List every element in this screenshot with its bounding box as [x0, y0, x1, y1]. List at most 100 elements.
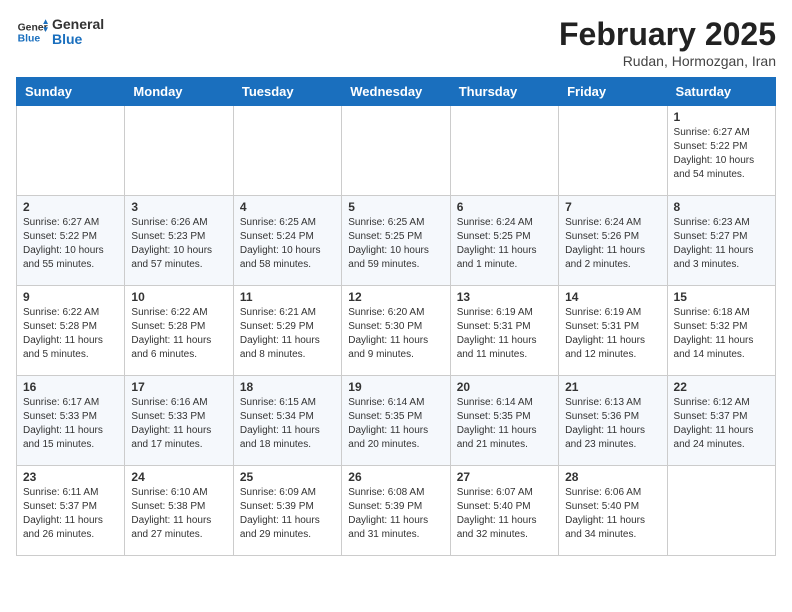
weekday-header-saturday: Saturday: [667, 78, 775, 106]
calendar-cell: 23 Sunrise: 6:11 AM Sunset: 5:37 PM Dayli…: [17, 466, 125, 556]
calendar-cell: 12Sunrise: 6:20 AM Sunset: 5:30 PM Dayli…: [342, 286, 450, 376]
day-info: Sunrise: 6:16 AM Sunset: 5:33 PM Dayligh…: [131, 396, 226, 452]
day-info: Sunrise: 6:20 AM Sunset: 5:30 PM Dayligh…: [348, 306, 443, 362]
day-number: 23: [23, 470, 118, 484]
calendar-cell: 6Sunrise: 6:24 AM Sunset: 5:25 PM Daylig…: [450, 196, 558, 286]
day-number: 6: [457, 200, 552, 214]
calendar-cell: 4 Sunrise: 6:25 AM Sunset: 5:24 PM Daylig…: [233, 196, 341, 286]
calendar-cell: [125, 106, 233, 196]
day-number: 11: [240, 290, 335, 304]
day-info: Sunrise: 6:09 AM Sunset: 5:39 PM Dayligh…: [240, 486, 335, 542]
weekday-header-sunday: Sunday: [17, 78, 125, 106]
calendar-cell: 18 Sunrise: 6:15 AM Sunset: 5:34 PM Dayli…: [233, 376, 341, 466]
day-number: 9: [23, 290, 118, 304]
day-info: Sunrise: 6:15 AM Sunset: 5:34 PM Dayligh…: [240, 396, 335, 452]
calendar-cell: 24 Sunrise: 6:10 AM Sunset: 5:38 PM Dayli…: [125, 466, 233, 556]
day-info: Sunrise: 6:14 AM Sunset: 5:35 PM Dayligh…: [457, 396, 552, 452]
calendar-cell: 11 Sunrise: 6:21 AM Sunset: 5:29 PM Dayli…: [233, 286, 341, 376]
day-number: 21: [565, 380, 660, 394]
weekday-header-row: SundayMondayTuesdayWednesdayThursdayFrid…: [17, 78, 776, 106]
calendar-cell: 8 Sunrise: 6:23 AM Sunset: 5:27 PM Daylig…: [667, 196, 775, 286]
weekday-header-monday: Monday: [125, 78, 233, 106]
calendar-cell: 21 Sunrise: 6:13 AM Sunset: 5:36 PM Dayli…: [559, 376, 667, 466]
calendar-cell: [233, 106, 341, 196]
day-number: 14: [565, 290, 660, 304]
calendar-cell: 16 Sunrise: 6:17 AM Sunset: 5:33 PM Dayli…: [17, 376, 125, 466]
day-info: Sunrise: 6:14 AM Sunset: 5:35 PM Dayligh…: [348, 396, 443, 452]
calendar-cell: 22Sunrise: 6:12 AM Sunset: 5:37 PM Dayli…: [667, 376, 775, 466]
calendar-cell: [667, 466, 775, 556]
day-info: Sunrise: 6:10 AM Sunset: 5:38 PM Dayligh…: [131, 486, 226, 542]
day-info: Sunrise: 6:27 AM Sunset: 5:22 PM Dayligh…: [674, 126, 769, 182]
day-info: Sunrise: 6:21 AM Sunset: 5:29 PM Dayligh…: [240, 306, 335, 362]
day-info: Sunrise: 6:06 AM Sunset: 5:40 PM Dayligh…: [565, 486, 660, 542]
day-number: 10: [131, 290, 226, 304]
svg-text:General: General: [18, 22, 48, 33]
week-row-4: 16 Sunrise: 6:17 AM Sunset: 5:33 PM Dayli…: [17, 376, 776, 466]
day-number: 28: [565, 470, 660, 484]
day-info: Sunrise: 6:23 AM Sunset: 5:27 PM Dayligh…: [674, 216, 769, 272]
week-row-1: 1 Sunrise: 6:27 AM Sunset: 5:22 PM Daylig…: [17, 106, 776, 196]
calendar-cell: 28 Sunrise: 6:06 AM Sunset: 5:40 PM Dayli…: [559, 466, 667, 556]
calendar-cell: 14 Sunrise: 6:19 AM Sunset: 5:31 PM Dayli…: [559, 286, 667, 376]
weekday-header-wednesday: Wednesday: [342, 78, 450, 106]
logo: General Blue General Blue: [16, 16, 104, 48]
day-info: Sunrise: 6:22 AM Sunset: 5:28 PM Dayligh…: [23, 306, 118, 362]
logo-general: General: [52, 17, 104, 32]
logo-blue: Blue: [52, 32, 104, 47]
calendar-cell: 1 Sunrise: 6:27 AM Sunset: 5:22 PM Daylig…: [667, 106, 775, 196]
page-header: General Blue General Blue February 2025 …: [16, 16, 776, 69]
day-number: 4: [240, 200, 335, 214]
day-number: 18: [240, 380, 335, 394]
day-info: Sunrise: 6:12 AM Sunset: 5:37 PM Dayligh…: [674, 396, 769, 452]
calendar-cell: [17, 106, 125, 196]
day-info: Sunrise: 6:26 AM Sunset: 5:23 PM Dayligh…: [131, 216, 226, 272]
day-number: 5: [348, 200, 443, 214]
calendar-cell: 15 Sunrise: 6:18 AM Sunset: 5:32 PM Dayli…: [667, 286, 775, 376]
day-info: Sunrise: 6:18 AM Sunset: 5:32 PM Dayligh…: [674, 306, 769, 362]
day-info: Sunrise: 6:25 AM Sunset: 5:25 PM Dayligh…: [348, 216, 443, 272]
calendar-cell: [342, 106, 450, 196]
day-number: 17: [131, 380, 226, 394]
day-number: 16: [23, 380, 118, 394]
day-info: Sunrise: 6:11 AM Sunset: 5:37 PM Dayligh…: [23, 486, 118, 542]
day-number: 3: [131, 200, 226, 214]
day-info: Sunrise: 6:17 AM Sunset: 5:33 PM Dayligh…: [23, 396, 118, 452]
weekday-header-tuesday: Tuesday: [233, 78, 341, 106]
day-info: Sunrise: 6:19 AM Sunset: 5:31 PM Dayligh…: [565, 306, 660, 362]
day-number: 15: [674, 290, 769, 304]
calendar-cell: [450, 106, 558, 196]
day-info: Sunrise: 6:08 AM Sunset: 5:39 PM Dayligh…: [348, 486, 443, 542]
calendar-cell: 10 Sunrise: 6:22 AM Sunset: 5:28 PM Dayli…: [125, 286, 233, 376]
weekday-header-friday: Friday: [559, 78, 667, 106]
day-number: 24: [131, 470, 226, 484]
day-number: 8: [674, 200, 769, 214]
calendar-cell: [559, 106, 667, 196]
calendar-cell: 7Sunrise: 6:24 AM Sunset: 5:26 PM Daylig…: [559, 196, 667, 286]
calendar-table: SundayMondayTuesdayWednesdayThursdayFrid…: [16, 77, 776, 556]
day-info: Sunrise: 6:22 AM Sunset: 5:28 PM Dayligh…: [131, 306, 226, 362]
day-number: 19: [348, 380, 443, 394]
week-row-2: 2Sunrise: 6:27 AM Sunset: 5:22 PM Daylig…: [17, 196, 776, 286]
day-info: Sunrise: 6:07 AM Sunset: 5:40 PM Dayligh…: [457, 486, 552, 542]
day-number: 2: [23, 200, 118, 214]
calendar-cell: 5 Sunrise: 6:25 AM Sunset: 5:25 PM Daylig…: [342, 196, 450, 286]
title-block: February 2025 Rudan, Hormozgan, Iran: [559, 16, 776, 69]
day-info: Sunrise: 6:13 AM Sunset: 5:36 PM Dayligh…: [565, 396, 660, 452]
day-number: 20: [457, 380, 552, 394]
calendar-cell: 20 Sunrise: 6:14 AM Sunset: 5:35 PM Dayli…: [450, 376, 558, 466]
calendar-cell: 9 Sunrise: 6:22 AM Sunset: 5:28 PM Daylig…: [17, 286, 125, 376]
day-number: 7: [565, 200, 660, 214]
calendar-subtitle: Rudan, Hormozgan, Iran: [559, 53, 776, 69]
day-info: Sunrise: 6:25 AM Sunset: 5:24 PM Dayligh…: [240, 216, 335, 272]
day-number: 27: [457, 470, 552, 484]
calendar-cell: 2Sunrise: 6:27 AM Sunset: 5:22 PM Daylig…: [17, 196, 125, 286]
day-number: 13: [457, 290, 552, 304]
day-number: 26: [348, 470, 443, 484]
calendar-cell: 17 Sunrise: 6:16 AM Sunset: 5:33 PM Dayli…: [125, 376, 233, 466]
svg-text:Blue: Blue: [18, 34, 41, 45]
day-number: 1: [674, 110, 769, 124]
day-number: 25: [240, 470, 335, 484]
weekday-header-thursday: Thursday: [450, 78, 558, 106]
calendar-cell: 3 Sunrise: 6:26 AM Sunset: 5:23 PM Daylig…: [125, 196, 233, 286]
